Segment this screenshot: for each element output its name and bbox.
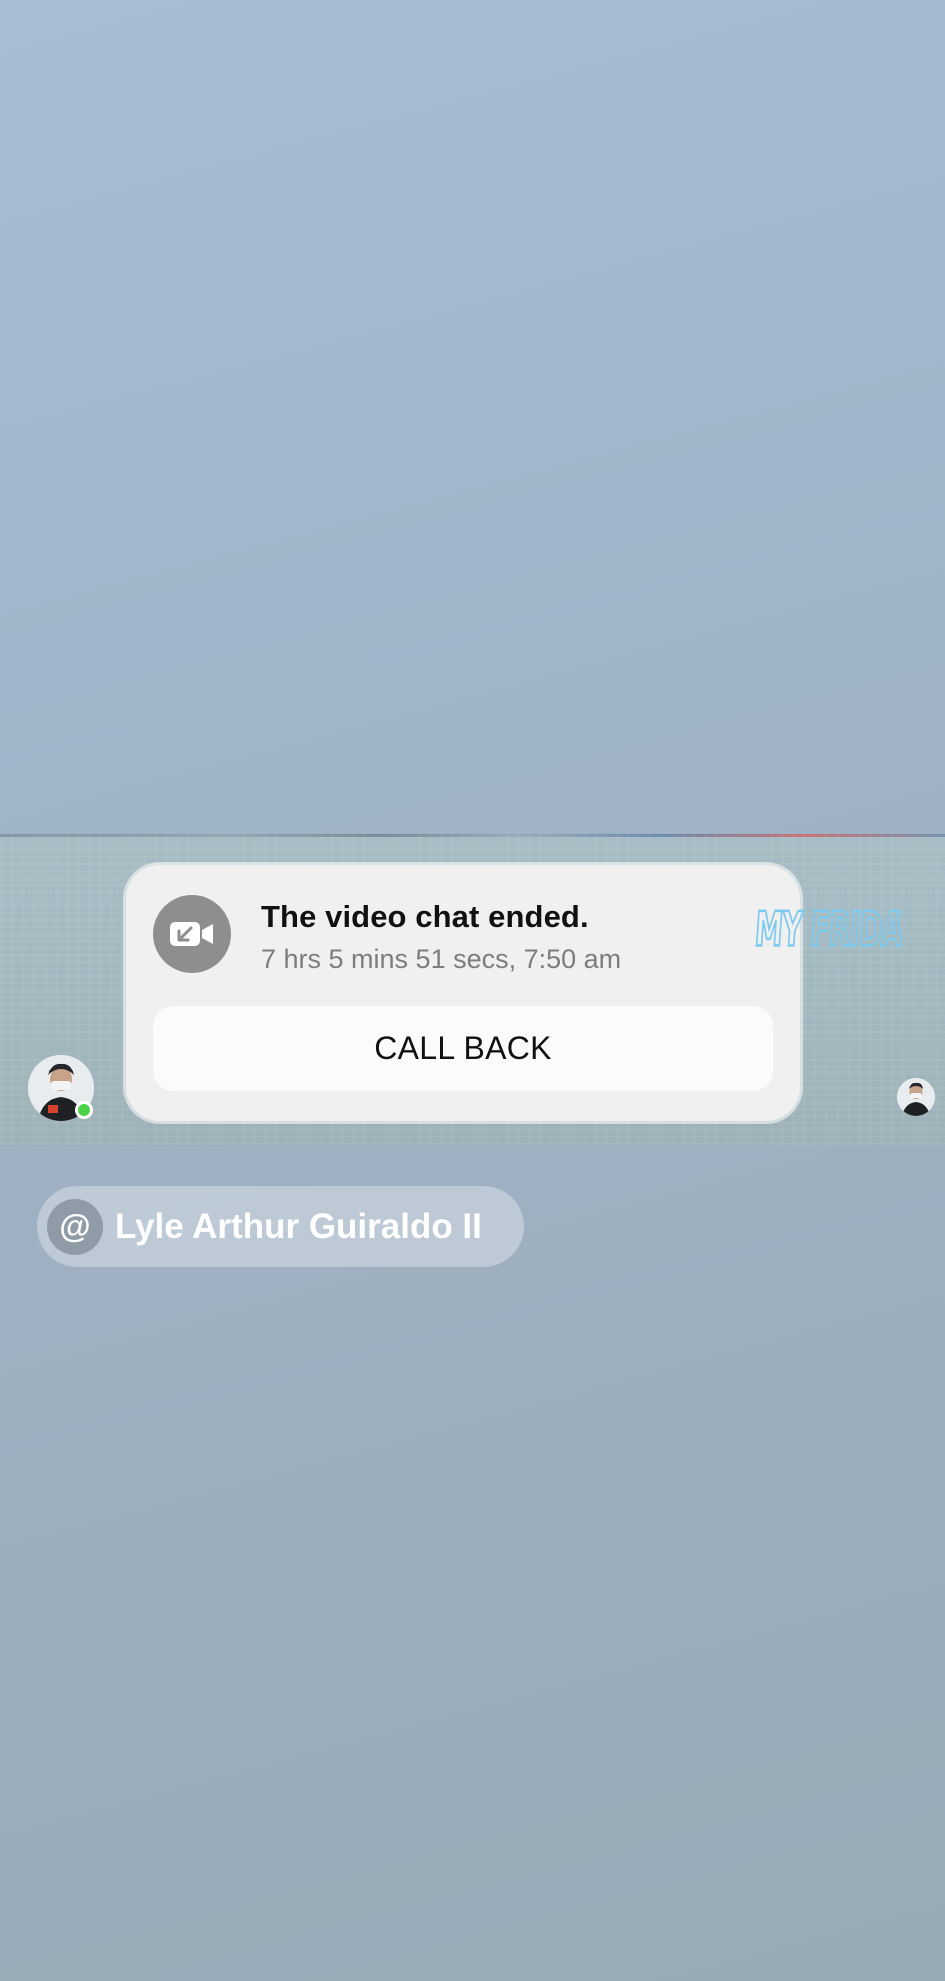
video-camera-icon (153, 895, 231, 973)
screenshot-strip: The video chat ended. 7 hrs 5 mins 51 se… (0, 834, 945, 1145)
call-status-title: The video chat ended. (261, 899, 589, 934)
sticker-text: MY FRIDAY (753, 903, 902, 957)
call-back-button[interactable]: CALL BACK (153, 1006, 773, 1091)
mention-tag[interactable]: @ Lyle Arthur Guiraldo II (37, 1186, 524, 1267)
call-duration-time: 7 hrs 5 mins 51 secs, 7:50 am (261, 944, 622, 974)
at-sign-icon: @ (47, 1198, 103, 1255)
online-status-indicator (75, 1101, 93, 1119)
mentioned-user-name: Lyle Arthur Guiraldo II (115, 1206, 482, 1246)
recipient-avatar[interactable] (897, 1078, 935, 1116)
my-friday-sticker: MY FRIDAY (752, 903, 902, 958)
video-chat-ended-bubble: The video chat ended. 7 hrs 5 mins 51 se… (126, 865, 902, 1121)
person-photo-icon (897, 1078, 935, 1116)
